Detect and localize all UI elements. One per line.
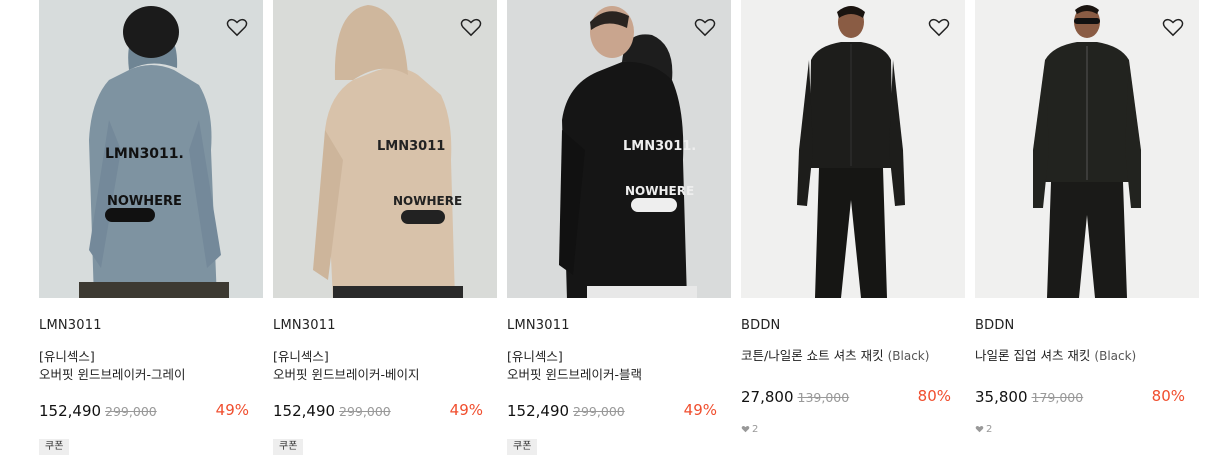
- svg-text:LMN3011.: LMN3011.: [105, 146, 184, 162]
- price-row: 35,800 179,000 80%: [975, 387, 1185, 407]
- product-name-title: 오버핏 윈드브레이커-그레이: [39, 367, 186, 382]
- price-row: 152,490 299,000 49%: [39, 401, 249, 421]
- like-count: 2: [975, 424, 992, 435]
- product-name[interactable]: [유니섹스] 오버핏 윈드브레이커-블랙: [507, 348, 731, 384]
- product-image[interactable]: [975, 0, 1199, 298]
- product-name[interactable]: 코튼/나일론 쇼트 셔츠 재킷 (Black): [741, 347, 965, 365]
- brand-name[interactable]: BDDN: [741, 318, 780, 333]
- wishlist-heart-icon[interactable]: [928, 17, 950, 37]
- sale-price: 152,490: [39, 402, 102, 420]
- product-photo: LMN3011. NOWHERE: [39, 0, 263, 298]
- product-card[interactable]: LMN3011. NOWHERE LMN3011 [유니섹스] 오버핏 윈드브레…: [507, 0, 731, 455]
- discount-rate: 49%: [683, 401, 717, 419]
- brand-name[interactable]: LMN3011: [39, 318, 102, 333]
- product-name-prefix: [유니섹스]: [507, 349, 563, 364]
- brand-name[interactable]: BDDN: [975, 318, 1014, 333]
- wishlist-heart-icon[interactable]: [694, 17, 716, 37]
- discount-rate: 80%: [1151, 387, 1185, 405]
- product-card[interactable]: LMN3011 NOWHERE LMN3011 [유니섹스] 오버핏 윈드브레이…: [273, 0, 497, 455]
- coupon-badge: 쿠폰: [273, 439, 304, 455]
- like-count: 2: [741, 424, 758, 435]
- product-name-title: 나일론 집업 셔츠 재킷 (Black): [975, 348, 1137, 363]
- product-name-title: 오버핏 윈드브레이커-베이지: [273, 367, 420, 382]
- svg-text:NOWHERE: NOWHERE: [625, 184, 694, 198]
- original-price: 299,000: [573, 404, 625, 419]
- wishlist-heart-icon[interactable]: [226, 17, 248, 37]
- coupon-badge: 쿠폰: [39, 439, 70, 455]
- price-row: 27,800 139,000 80%: [741, 387, 951, 407]
- product-image[interactable]: LMN3011 NOWHERE: [273, 0, 497, 298]
- svg-text:NOWHERE: NOWHERE: [107, 194, 182, 209]
- product-card[interactable]: BDDN 나일론 집업 셔츠 재킷 (Black) 35,800 179,000 …: [975, 0, 1199, 435]
- discount-rate: 49%: [215, 401, 249, 419]
- product-photo: LMN3011. NOWHERE: [507, 0, 731, 298]
- sale-price: 152,490: [273, 402, 336, 420]
- original-price: 179,000: [1031, 390, 1084, 405]
- product-name-title: 코튼/나일론 쇼트 셔츠 재킷 (Black): [741, 348, 930, 363]
- heart-filled-icon: [741, 426, 750, 433]
- product-photo: [975, 0, 1199, 298]
- product-card[interactable]: LMN3011. NOWHERE LMN3011 [유니섹스] 오버핏 윈드브레…: [39, 0, 263, 455]
- discount-rate: 80%: [917, 387, 951, 405]
- product-name-prefix: [유니섹스]: [273, 349, 329, 364]
- brand-name[interactable]: LMN3011: [273, 318, 336, 333]
- product-name-prefix: [유니섹스]: [39, 349, 95, 364]
- heart-filled-icon: [975, 426, 984, 433]
- original-price: 299,000: [339, 404, 391, 419]
- product-name[interactable]: [유니섹스] 오버핏 윈드브레이커-그레이: [39, 348, 263, 384]
- brand-name[interactable]: LMN3011: [507, 318, 570, 333]
- product-photo: [741, 0, 965, 298]
- wishlist-heart-icon[interactable]: [460, 17, 482, 37]
- sale-price: 35,800: [975, 388, 1028, 406]
- product-name[interactable]: [유니섹스] 오버핏 윈드브레이커-베이지: [273, 348, 497, 384]
- product-name[interactable]: 나일론 집업 셔츠 재킷 (Black): [975, 347, 1199, 365]
- product-name-title: 오버핏 윈드브레이커-블랙: [507, 367, 642, 382]
- product-image[interactable]: LMN3011. NOWHERE: [39, 0, 263, 298]
- product-grid: LMN3011. NOWHERE LMN3011 [유니섹스] 오버핏 윈드브레…: [0, 0, 1210, 455]
- original-price: 299,000: [105, 404, 157, 419]
- sale-price: 152,490: [507, 402, 570, 420]
- svg-text:LMN3011.: LMN3011.: [623, 139, 696, 154]
- product-image[interactable]: LMN3011. NOWHERE: [507, 0, 731, 298]
- svg-text:LMN3011: LMN3011: [377, 139, 445, 154]
- product-photo: LMN3011 NOWHERE: [273, 0, 497, 298]
- svg-text:NOWHERE: NOWHERE: [393, 194, 462, 208]
- product-image[interactable]: [741, 0, 965, 298]
- product-card[interactable]: BDDN 코튼/나일론 쇼트 셔츠 재킷 (Black) 27,800 139,0…: [741, 0, 965, 435]
- price-row: 152,490 299,000 49%: [273, 401, 483, 421]
- price-row: 152,490 299,000 49%: [507, 401, 717, 421]
- coupon-badge: 쿠폰: [507, 439, 538, 455]
- original-price: 139,000: [797, 390, 850, 405]
- wishlist-heart-icon[interactable]: [1162, 17, 1184, 37]
- discount-rate: 49%: [449, 401, 483, 419]
- sale-price: 27,800: [741, 388, 794, 406]
